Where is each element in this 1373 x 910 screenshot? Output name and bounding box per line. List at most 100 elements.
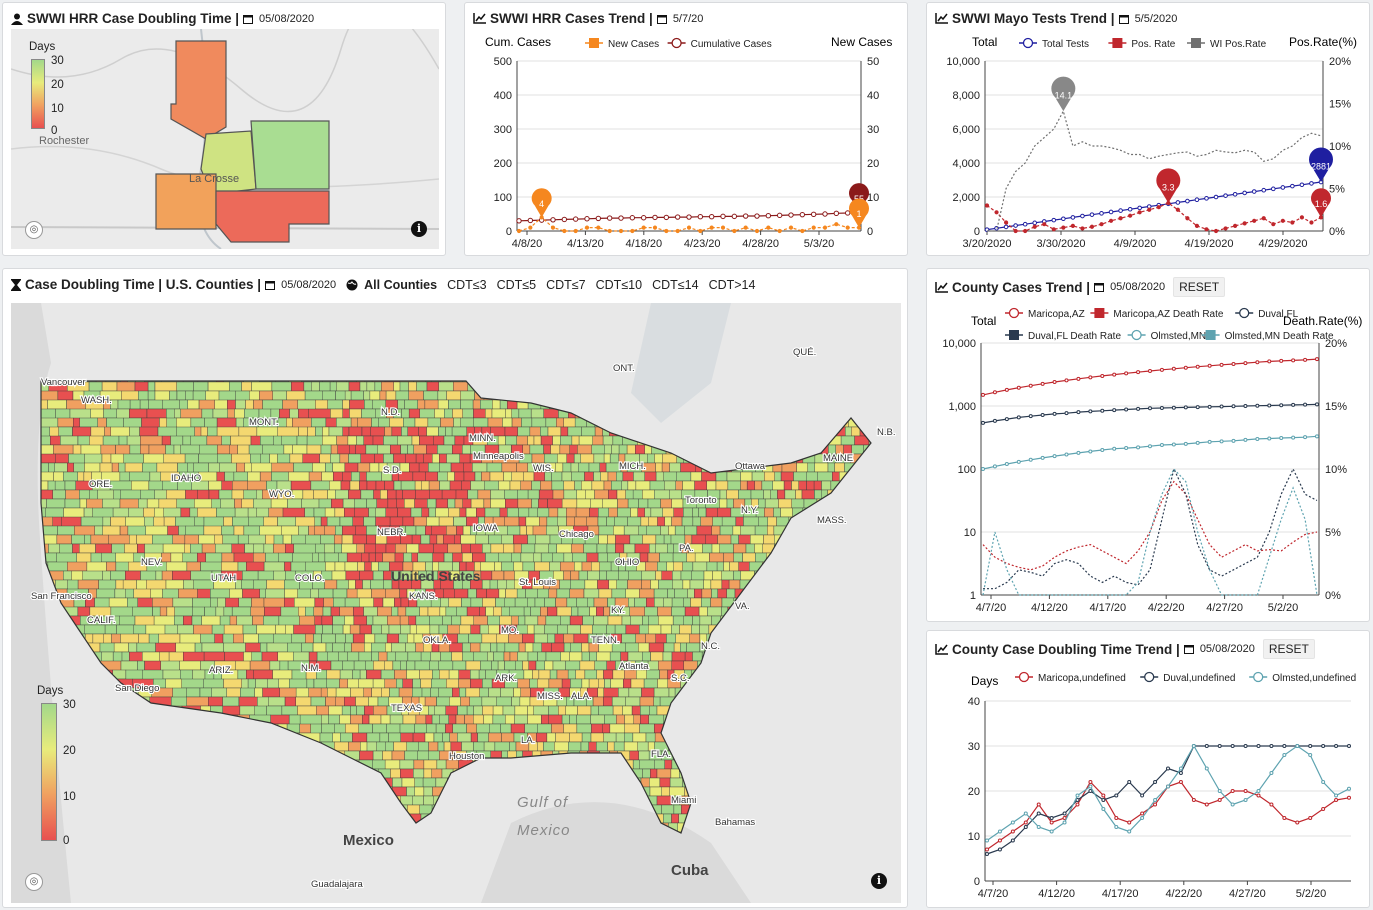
county-cell[interactable] xyxy=(439,453,447,464)
county-cell[interactable] xyxy=(836,750,845,761)
county-cell[interactable] xyxy=(793,471,808,482)
county-cell[interactable] xyxy=(716,561,724,572)
county-cell[interactable] xyxy=(426,444,438,455)
county-cell[interactable] xyxy=(261,723,269,743)
county-cell[interactable] xyxy=(280,759,295,779)
county-cell[interactable] xyxy=(563,633,575,644)
county-cell[interactable] xyxy=(783,373,791,383)
county-cell[interactable] xyxy=(518,642,526,653)
county-cell[interactable] xyxy=(231,489,244,500)
county-cell[interactable] xyxy=(470,822,486,833)
county-cell[interactable] xyxy=(426,381,439,392)
county-cell[interactable] xyxy=(231,795,245,815)
county-cell[interactable] xyxy=(459,768,471,779)
county-cell[interactable] xyxy=(877,724,888,733)
county-cell[interactable] xyxy=(147,777,161,788)
county-cell[interactable] xyxy=(591,561,600,572)
county-cell[interactable] xyxy=(545,417,557,428)
county-cell[interactable] xyxy=(698,435,708,446)
county-cell[interactable] xyxy=(880,634,891,643)
county-cell[interactable] xyxy=(182,831,198,850)
county-cell[interactable] xyxy=(870,498,883,509)
county-cell[interactable] xyxy=(606,570,619,581)
county-cell[interactable] xyxy=(378,561,390,572)
county-cell[interactable] xyxy=(782,381,794,392)
county-cell[interactable] xyxy=(735,516,744,527)
county-cell[interactable] xyxy=(370,426,385,437)
county-cell[interactable] xyxy=(178,723,190,734)
county-cell[interactable] xyxy=(569,714,577,725)
county-cell[interactable] xyxy=(640,705,650,716)
county-cell[interactable] xyxy=(770,489,778,500)
county-cell[interactable] xyxy=(459,624,472,635)
county-cell[interactable] xyxy=(259,588,267,599)
hrr-map[interactable]: Rochester La Crosse Days 30 20 10 0 ◎ i xyxy=(11,29,439,249)
county-cell[interactable] xyxy=(433,732,443,743)
county-cell[interactable] xyxy=(353,633,365,644)
county-cell[interactable] xyxy=(387,822,401,833)
county-cell[interactable] xyxy=(847,651,857,662)
county-cell[interactable] xyxy=(111,633,121,644)
county-cell[interactable] xyxy=(324,822,334,833)
county-cell[interactable] xyxy=(236,822,255,833)
county-cell[interactable] xyxy=(510,723,525,734)
county-cell[interactable] xyxy=(718,678,731,689)
county-cell[interactable] xyxy=(680,570,693,581)
county-cell[interactable] xyxy=(796,732,807,743)
county-cell[interactable] xyxy=(755,759,769,770)
county-cell[interactable] xyxy=(386,633,399,644)
county-cell[interactable] xyxy=(677,417,687,428)
county-cell[interactable] xyxy=(393,480,402,491)
county-cell[interactable] xyxy=(221,804,235,815)
county-cell[interactable] xyxy=(726,489,739,500)
county-cell[interactable] xyxy=(597,516,607,527)
county-cell[interactable] xyxy=(685,417,698,428)
county-cell[interactable] xyxy=(484,813,495,824)
county-cell[interactable] xyxy=(318,786,333,797)
county-cell[interactable] xyxy=(304,390,323,401)
county-cell[interactable] xyxy=(323,597,334,608)
county-cell[interactable] xyxy=(359,624,372,635)
county-cell[interactable] xyxy=(46,615,64,626)
county-cell[interactable] xyxy=(433,543,448,554)
county-cell[interactable] xyxy=(114,822,138,833)
county-cell[interactable] xyxy=(432,552,445,563)
county-cell[interactable] xyxy=(434,408,445,419)
county-cell[interactable] xyxy=(371,417,380,428)
county-cell[interactable] xyxy=(396,813,407,824)
county-cell[interactable] xyxy=(475,831,486,841)
county-cell[interactable] xyxy=(796,678,809,689)
county-cell[interactable] xyxy=(503,651,511,662)
county-cell[interactable] xyxy=(370,579,384,590)
county-cell[interactable] xyxy=(335,813,347,824)
county-cell[interactable] xyxy=(391,426,402,437)
county-cell[interactable] xyxy=(740,480,748,491)
county-cell[interactable] xyxy=(334,561,346,572)
county-cell[interactable] xyxy=(53,444,74,455)
county-cell[interactable] xyxy=(356,588,372,599)
county-cell[interactable] xyxy=(357,462,371,473)
county-cell[interactable] xyxy=(426,841,439,850)
county-cell[interactable] xyxy=(477,732,489,743)
county-cell[interactable] xyxy=(768,822,781,833)
county-cell[interactable] xyxy=(492,705,504,716)
filter-cdt-7[interactable]: CDT≤7 xyxy=(546,278,586,292)
county-cell[interactable] xyxy=(777,687,792,698)
county-cell[interactable] xyxy=(235,399,246,410)
county-cell[interactable] xyxy=(821,759,830,770)
county-cell[interactable] xyxy=(395,651,408,662)
county-cell[interactable] xyxy=(700,516,713,527)
county-cell[interactable] xyxy=(440,417,454,428)
county-cell[interactable] xyxy=(740,831,752,841)
county-cell[interactable] xyxy=(751,678,761,689)
county-cell[interactable] xyxy=(780,507,793,518)
county-cell[interactable] xyxy=(339,516,354,527)
county-cell[interactable] xyxy=(332,624,344,635)
county-cell[interactable] xyxy=(183,579,194,590)
county-cell[interactable] xyxy=(301,498,320,509)
county-cell[interactable] xyxy=(654,759,666,770)
county-cell[interactable] xyxy=(811,570,822,581)
county-cell[interactable] xyxy=(72,660,83,680)
county-cell[interactable] xyxy=(655,462,663,473)
county-cell[interactable] xyxy=(128,507,144,518)
